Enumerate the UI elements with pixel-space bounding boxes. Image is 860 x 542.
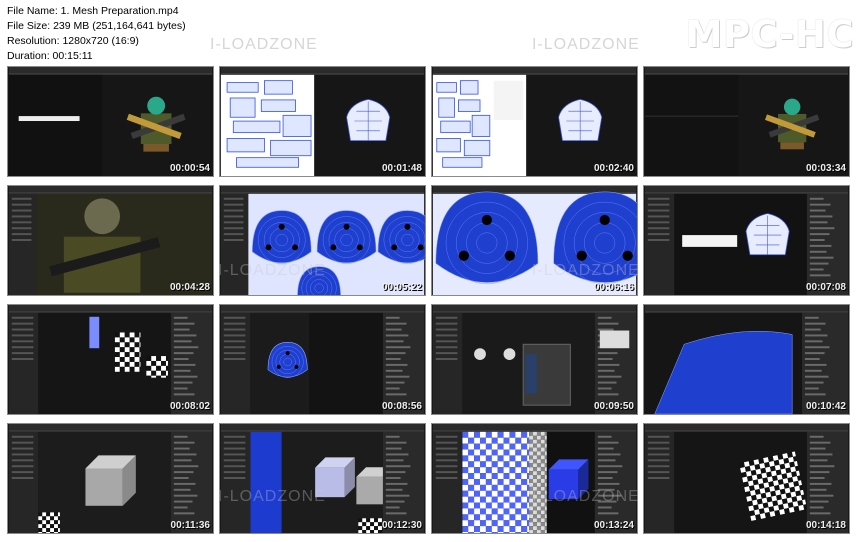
thumbnail-timestamp: 00:00:54	[169, 163, 210, 174]
watermark-text: I-LOADZONE	[210, 36, 318, 53]
thumbnail-timestamp: 00:01:48	[381, 163, 422, 174]
thumbnail-timestamp: 00:02:40	[593, 163, 634, 174]
thumbnail: 00:02:40	[431, 66, 638, 177]
thumbnail-timestamp: 00:07:08	[805, 282, 846, 293]
thumbnail-timestamp: 00:03:34	[805, 163, 846, 174]
thumbnail: 00:07:08	[643, 185, 850, 296]
thumbnail: 00:09:50	[431, 304, 638, 415]
file-name: File Name: 1. Mesh Preparation.mp4	[7, 5, 179, 17]
duration: Duration: 00:15:11	[7, 50, 93, 62]
thumbnail-frame	[220, 424, 425, 533]
thumbnail-timestamp: 00:11:36	[170, 520, 210, 531]
thumbnail: 00:08:02	[7, 304, 214, 415]
thumbnail: 00:04:28	[7, 185, 214, 296]
watermark-text: I-LOADZONE	[532, 262, 640, 279]
thumbnail-timestamp: 00:04:28	[169, 282, 210, 293]
thumbnail-timestamp: 00:05:22	[381, 282, 422, 293]
thumbnail: 00:14:18	[643, 423, 850, 534]
thumbnail-frame	[8, 424, 213, 533]
watermark-text: I-LOADZONE	[218, 262, 326, 279]
thumbnail-timestamp: 00:06:16	[593, 282, 634, 293]
thumbnail-frame	[644, 186, 849, 295]
thumbnail-frame	[644, 67, 849, 176]
thumbnail-timestamp: 00:09:50	[593, 401, 634, 412]
thumbnail: 00:12:30	[219, 423, 426, 534]
thumbnail-frame	[220, 67, 425, 176]
thumbnail-timestamp: 00:08:02	[169, 401, 210, 412]
thumbnail-timestamp: 00:13:24	[593, 520, 634, 531]
resolution: Resolution: 1280x720 (16:9)	[7, 35, 139, 47]
watermark-text: I-LOADZONE	[532, 488, 640, 505]
file-info: File Name: 1. Mesh Preparation.mp4 File …	[7, 4, 186, 64]
thumbnail-frame	[432, 305, 637, 414]
thumbnail: 00:08:56	[219, 304, 426, 415]
thumbnail-frame	[432, 424, 637, 533]
thumbnail-frame	[8, 67, 213, 176]
thumbnail-frame	[8, 305, 213, 414]
watermark-text: I-LOADZONE	[532, 36, 640, 53]
thumbnail: 00:00:54	[7, 66, 214, 177]
mpc-hc-logo: MPC-HC	[685, 13, 854, 56]
file-size: File Size: 239 MB (251,164,641 bytes)	[7, 20, 186, 32]
thumbnail-timestamp: 00:10:42	[805, 401, 846, 412]
thumbnail-frame	[644, 424, 849, 533]
thumbnail-frame	[644, 305, 849, 414]
thumbnail-frame	[432, 67, 637, 176]
thumbnail-timestamp: 00:12:30	[381, 520, 422, 531]
thumbnail-frame	[220, 305, 425, 414]
thumbnail: 00:03:34	[643, 66, 850, 177]
thumbnail-timestamp: 00:08:56	[381, 401, 422, 412]
thumbnail-timestamp: 00:14:18	[805, 520, 846, 531]
thumbnail: 00:10:42	[643, 304, 850, 415]
thumbnail: 00:11:36	[7, 423, 214, 534]
thumbnail: 00:13:24	[431, 423, 638, 534]
thumbnail: 00:01:48	[219, 66, 426, 177]
thumbnail-frame	[8, 186, 213, 295]
watermark-text: I-LOADZONE	[218, 488, 326, 505]
